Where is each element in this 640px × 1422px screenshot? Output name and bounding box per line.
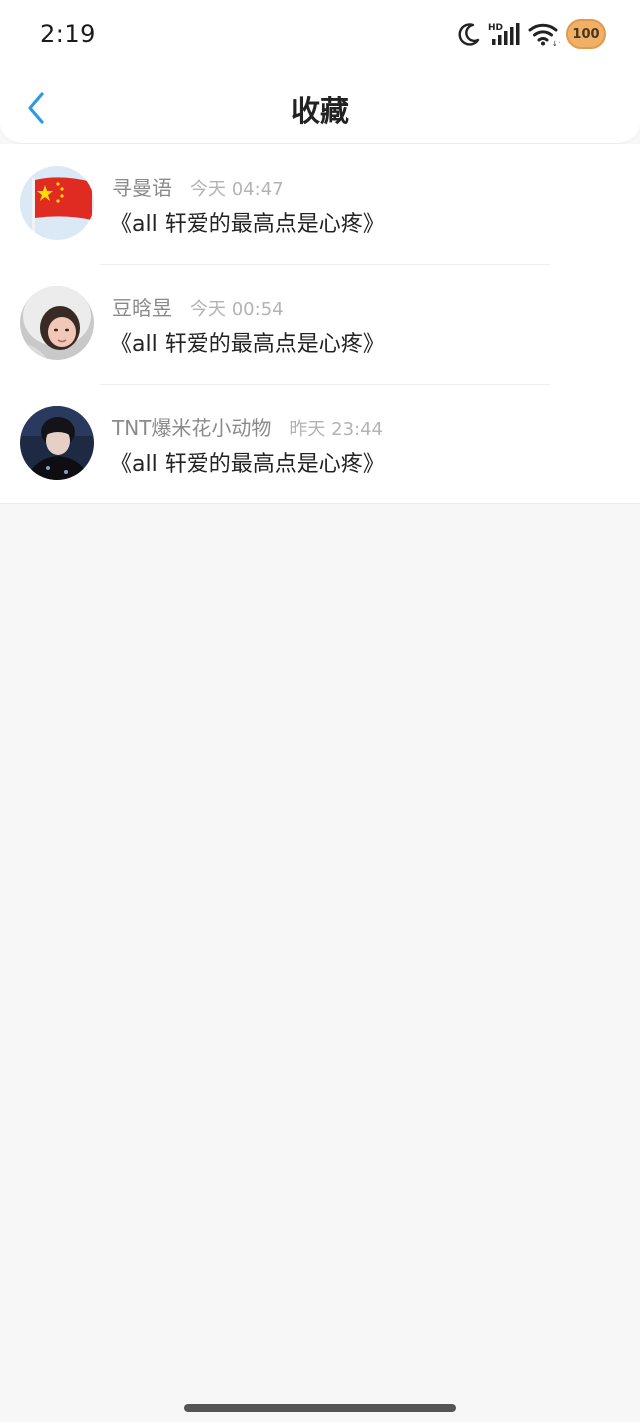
item-title[interactable]: 《all 轩爱的最高点是心疼》 [110, 206, 385, 238]
item-date: 今天 04:47 [190, 179, 284, 200]
status-bar: 2:19 HD ↓↑ 100 [0, 0, 640, 68]
hd-signal-icon: HD [488, 23, 520, 45]
list-item[interactable]: 寻曼语 今天 04:47 《all 轩爱的最高点是心疼》 [0, 144, 640, 264]
moon-icon [458, 23, 480, 46]
svg-text:HD: HD [488, 23, 503, 33]
svg-text:↓↑: ↓↑ [552, 40, 560, 47]
author-name[interactable]: 豆晗昱 [112, 292, 172, 321]
nav-bar: 收藏 [0, 72, 640, 144]
item-title[interactable]: 《all 轩爱的最高点是心疼》 [110, 326, 385, 358]
top-bar: 2:19 HD ↓↑ 100 [0, 0, 640, 144]
item-meta: 寻曼语 今天 04:47 [112, 172, 284, 201]
avatar[interactable] [20, 166, 94, 240]
status-icons: HD ↓↑ 100 [456, 16, 606, 52]
avatar[interactable] [20, 286, 94, 360]
author-name[interactable]: 寻曼语 [112, 172, 172, 201]
home-indicator[interactable] [184, 1404, 456, 1412]
item-title[interactable]: 《all 轩爱的最高点是心疼》 [110, 446, 385, 478]
wifi-icon: ↓↑ [528, 23, 560, 47]
item-date: 昨天 23:44 [289, 419, 384, 440]
author-name[interactable]: TNT爆米花小动物 [112, 412, 271, 441]
hooded-girl-avatar-image [20, 286, 94, 360]
china-flag-avatar-image [20, 166, 94, 240]
avatar[interactable] [20, 406, 94, 480]
status-time: 2:19 [40, 20, 96, 48]
battery-level: 100 [572, 26, 600, 42]
item-meta: 豆晗昱 今天 00:54 [112, 292, 284, 321]
favorites-list: 寻曼语 今天 04:47 《all 轩爱的最高点是心疼》 豆晗昱 今天 00:5… [0, 144, 640, 504]
list-divider [0, 503, 640, 504]
portrait-avatar-image [20, 406, 94, 480]
list-item[interactable]: 豆晗昱 今天 00:54 《all 轩爱的最高点是心疼》 [0, 264, 640, 384]
page-title: 收藏 [290, 94, 349, 128]
item-meta: TNT爆米花小动物 昨天 23:44 [112, 412, 383, 441]
item-date: 今天 00:54 [190, 299, 284, 320]
list-item[interactable]: TNT爆米花小动物 昨天 23:44 《all 轩爱的最高点是心疼》 [0, 384, 640, 504]
battery-icon: 100 [566, 19, 606, 49]
